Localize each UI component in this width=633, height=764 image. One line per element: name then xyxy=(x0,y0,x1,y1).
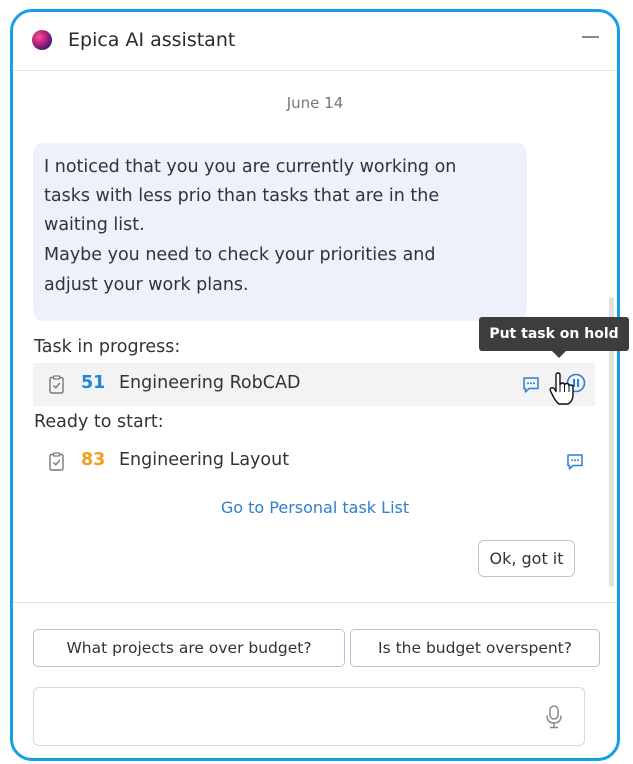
suggestion-chip[interactable]: What projects are over budget? xyxy=(33,629,345,667)
task-name: Engineering Layout xyxy=(119,450,290,470)
ok-got-it-button[interactable]: Ok, got it xyxy=(478,540,575,577)
panel-header: Epica AI assistant xyxy=(13,12,617,71)
chat-input[interactable] xyxy=(46,688,530,747)
hand-cursor-icon xyxy=(549,372,574,405)
chat-input-box[interactable] xyxy=(33,687,585,747)
task-number: 83 xyxy=(81,450,106,470)
divider xyxy=(13,602,617,603)
message-line: I noticed that you you are currently wor… xyxy=(44,157,457,177)
task-row-ready[interactable]: 83 Engineering Layout xyxy=(33,440,595,483)
personal-task-list-link[interactable]: Go to Personal task List xyxy=(13,498,617,517)
message-line: waiting list. xyxy=(44,215,145,235)
suggestion-chip[interactable]: Is the budget overspent? xyxy=(350,629,600,667)
message-line: Maybe you need to check your priorities … xyxy=(44,245,436,265)
microphone-icon[interactable] xyxy=(544,704,564,730)
ready-label: Ready to start: xyxy=(34,412,164,432)
epica-logo-icon xyxy=(32,30,52,50)
assistant-panel: Epica AI assistant June 14 I noticed tha… xyxy=(10,9,620,761)
task-name: Engineering RobCAD xyxy=(119,373,301,393)
in-progress-label: Task in progress: xyxy=(34,337,181,357)
panel-title: Epica AI assistant xyxy=(68,29,236,51)
comment-icon[interactable] xyxy=(522,376,540,394)
task-row-in-progress[interactable]: 51 Engineering RobCAD xyxy=(33,363,595,406)
comment-icon[interactable] xyxy=(566,453,584,471)
message-line: tasks with less prio than tasks that are… xyxy=(44,186,440,206)
minimize-icon[interactable] xyxy=(582,36,599,38)
clipboard-check-icon xyxy=(49,452,64,471)
put-on-hold-tooltip: Put task on hold xyxy=(479,317,629,358)
clipboard-check-icon xyxy=(49,375,64,394)
assistant-message: I noticed that you you are currently wor… xyxy=(33,143,527,321)
date-separator: June 14 xyxy=(286,94,344,112)
message-line: adjust your work plans. xyxy=(44,275,249,295)
task-number: 51 xyxy=(81,373,106,393)
